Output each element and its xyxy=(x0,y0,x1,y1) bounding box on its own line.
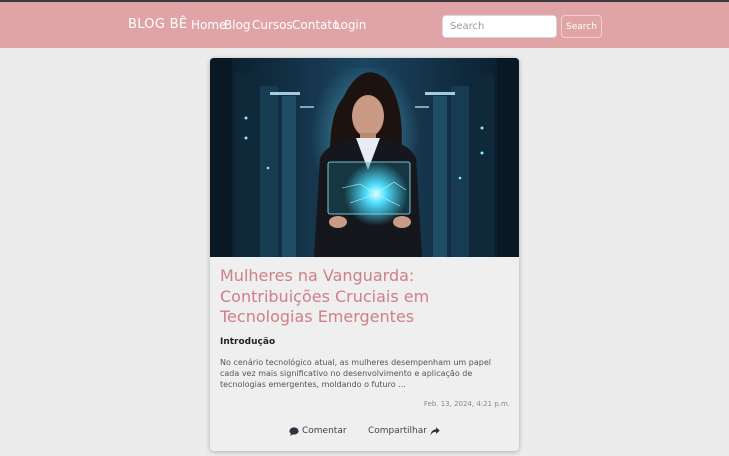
nav-link-blog[interactable]: Blog xyxy=(224,18,251,32)
nav-link-login[interactable]: Login xyxy=(334,18,366,32)
post-excerpt: No cenário tecnológico atual, as mulhere… xyxy=(220,358,491,389)
nav-link-contato[interactable]: Contato xyxy=(292,18,339,32)
nav-link-home[interactable]: Home xyxy=(191,18,226,32)
post-date: Feb. 13, 2024, 4:21 p.m. xyxy=(423,400,510,408)
navbar: BLOG BÊ Home Blog Cursos Contato Login S… xyxy=(0,0,729,48)
search-button[interactable]: Search xyxy=(561,15,602,38)
brand-logo[interactable]: BLOG BÊ xyxy=(128,17,187,32)
share-icon xyxy=(430,426,440,436)
section-heading: Introdução xyxy=(220,337,276,347)
post-title[interactable]: Mulheres na Vanguarda: Contribuições Cru… xyxy=(220,266,510,328)
post-card: Mulheres na Vanguarda: Contribuições Cru… xyxy=(210,58,519,451)
comment-label: Comentar xyxy=(302,426,347,436)
nav-link-cursos[interactable]: Cursos xyxy=(252,18,293,32)
comment-icon xyxy=(289,426,299,436)
search-input[interactable] xyxy=(442,15,557,38)
comment-button[interactable]: Comentar xyxy=(289,426,347,436)
post-image[interactable] xyxy=(210,58,519,257)
share-label: Compartilhar xyxy=(368,426,427,436)
share-button[interactable]: Compartilhar xyxy=(368,426,440,436)
